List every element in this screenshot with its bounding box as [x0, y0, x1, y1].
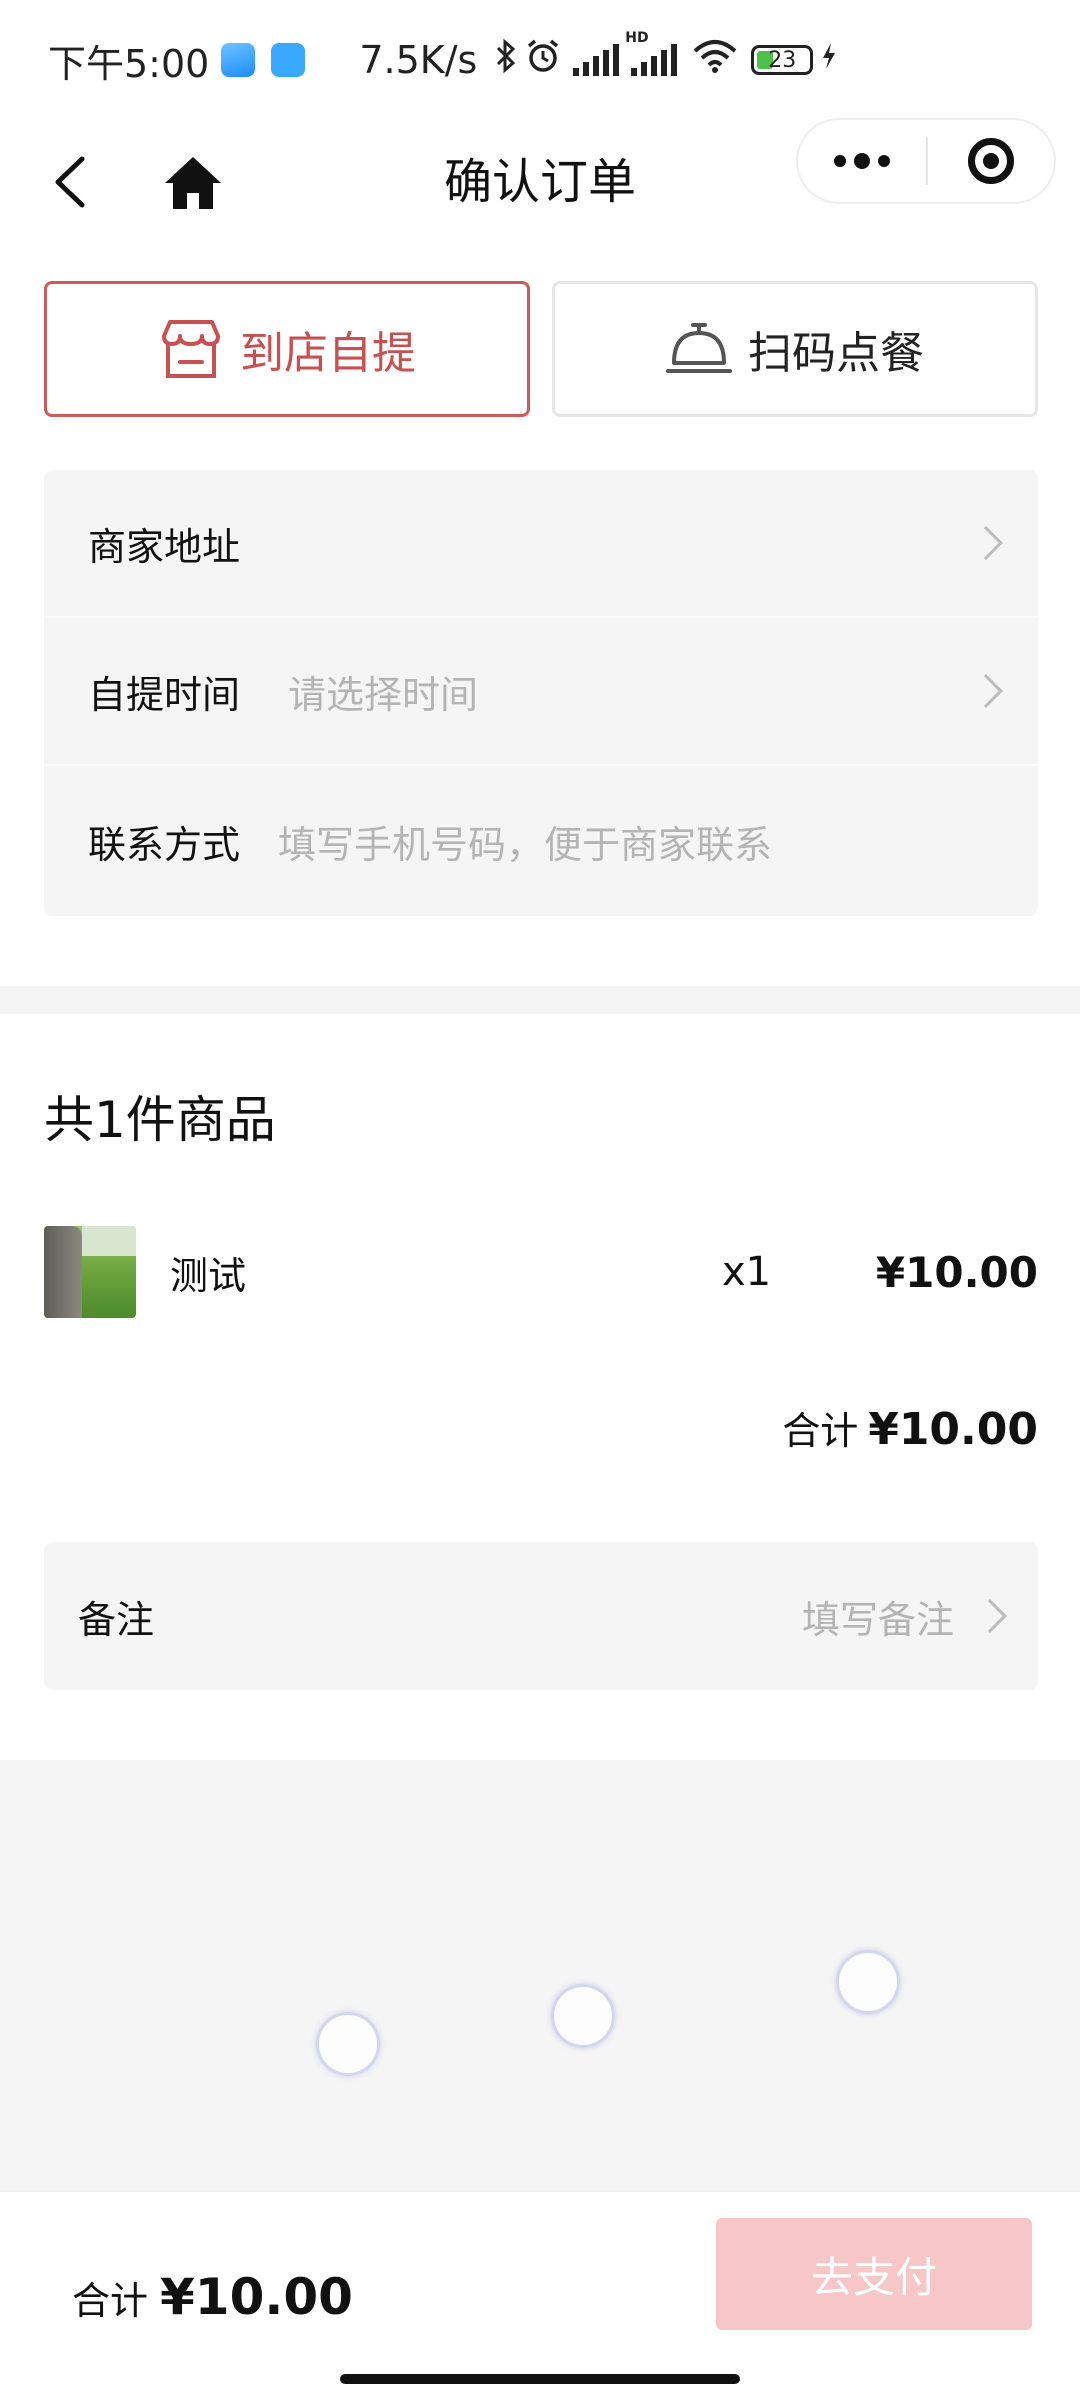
signal-hd-icon: HD [625, 30, 678, 76]
target-circle-icon [968, 138, 1014, 184]
loading-bubble-icon [836, 1950, 900, 2014]
product-quantity: x1 [722, 1249, 772, 1295]
miniprogram-capsule [796, 118, 1056, 204]
order-mode-tabs: 到店自提 扫码点餐 [44, 281, 1038, 417]
wifi-icon [693, 39, 737, 82]
status-time: 下午5:00 [48, 41, 210, 86]
alarm-icon [525, 38, 561, 83]
service-bell-icon [666, 319, 732, 379]
total-label: 合计 [72, 2279, 149, 2323]
goods-subtotal: 合计 ¥10.00 [782, 1400, 1038, 1455]
charging-icon [821, 42, 837, 78]
loading-bubble-icon [316, 2012, 380, 2076]
weather-app-icon [221, 43, 256, 77]
product-thumbnail [44, 1226, 136, 1318]
subtotal-amount: ¥10.00 [868, 1404, 1038, 1455]
network-speed: 7.5K/s [359, 38, 478, 82]
chevron-right-icon [973, 1599, 1007, 1633]
nav-bar: 确认订单 [0, 112, 1080, 252]
battery-level: 23 [768, 47, 797, 73]
product-price: ¥10.00 [875, 1247, 1038, 1297]
contact-row: 联系方式 填写手机号码，便于商家联系 [44, 766, 1038, 916]
battery-icon: 23 [751, 45, 814, 75]
order-total: 合计 ¥10.00 [72, 2268, 353, 2326]
more-menu-button[interactable] [798, 120, 926, 202]
hd-label: HD [625, 30, 649, 46]
tab-pickup-label: 到店自提 [240, 328, 416, 379]
pickup-time-row[interactable]: 自提时间 请选择时间 [44, 618, 1038, 766]
chevron-right-icon [969, 526, 1003, 560]
goods-count-title: 共1件商品 [44, 1091, 276, 1149]
store-icon [158, 316, 224, 382]
bluetooth-icon [495, 38, 517, 82]
status-bar: 下午5:00 7.5K/s HD 23 [0, 0, 1080, 120]
contact-label: 联系方式 [88, 822, 241, 867]
signal-icon [573, 44, 620, 76]
merchant-address-label: 商家地址 [88, 524, 241, 569]
cloud-app-icon [271, 43, 306, 77]
remark-row[interactable]: 备注 填写备注 [44, 1542, 1038, 1690]
total-amount: ¥10.00 [160, 2268, 353, 2326]
pickup-info-card: 商家地址 自提时间 请选择时间 联系方式 填写手机号码，便于商家联系 [44, 470, 1038, 916]
close-miniprogram-button[interactable] [928, 120, 1054, 202]
subtotal-label: 合计 [782, 1409, 859, 1453]
remark-label: 备注 [78, 1597, 155, 1642]
tab-scan-label: 扫码点餐 [748, 328, 924, 379]
tab-scan-order[interactable]: 扫码点餐 [552, 281, 1038, 417]
pickup-time-placeholder: 请选择时间 [288, 672, 479, 717]
content-background [0, 1760, 1080, 2190]
checkout-bar: 合计 ¥10.00 去支付 [0, 2190, 1080, 2400]
goods-item-row: 测试 x1 ¥10.00 [44, 1226, 1038, 1318]
merchant-address-row[interactable]: 商家地址 [44, 470, 1038, 618]
chevron-right-icon [969, 674, 1003, 708]
phone-input[interactable]: 填写手机号码，便于商家联系 [278, 814, 772, 869]
home-indicator[interactable] [340, 2374, 740, 2384]
tab-pickup[interactable]: 到店自提 [44, 281, 530, 417]
pickup-time-label: 自提时间 [88, 672, 241, 717]
section-divider [0, 986, 1080, 1014]
product-name: 测试 [170, 1253, 247, 1298]
pay-button[interactable]: 去支付 [716, 2218, 1032, 2330]
loading-bubble-icon [551, 1984, 615, 2048]
remark-placeholder: 填写备注 [801, 1597, 954, 1642]
